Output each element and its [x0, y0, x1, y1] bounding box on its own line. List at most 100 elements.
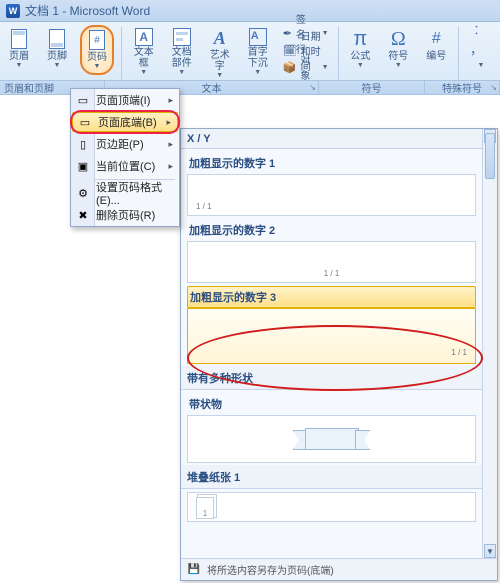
menu-label: 当前位置(C)	[96, 158, 163, 174]
page-header-icon	[8, 28, 30, 50]
sample-text: 1 / 1	[451, 348, 467, 357]
number-label: 编号	[426, 51, 446, 62]
header-button[interactable]: 页眉 ▼	[4, 25, 34, 73]
group-symbols: 符号	[319, 81, 425, 94]
remove-icon: ✖	[75, 207, 91, 223]
gallery-preview: 1	[187, 492, 476, 522]
separator	[458, 27, 459, 83]
number-button[interactable]: # 编号	[421, 25, 451, 73]
gallery-item-bold1[interactable]: 加粗显示的数字 1 1 / 1	[187, 152, 476, 216]
dialog-launcher-icon[interactable]: ↘	[490, 83, 497, 92]
gallery-category-stack: 堆叠纸张 1	[181, 465, 482, 489]
special-icon: ︰ ，	[470, 28, 492, 50]
number-icon: #	[425, 28, 447, 50]
page-number-menu: ▭ 页面顶端(I) ▸ ▭ 页面底端(B) ▸ ▯ 页边距(P) ▸ ▣ 当前位…	[70, 88, 180, 227]
submenu-arrow-icon: ▸	[168, 95, 173, 106]
textbox-icon: A	[133, 28, 155, 46]
wordart-button[interactable]: A 艺术字 ▼	[205, 25, 235, 73]
footer-label: 页脚	[47, 51, 67, 62]
menu-label: 页边距(P)	[96, 136, 163, 152]
scroll-thumb[interactable]	[485, 133, 495, 179]
textbox-button[interactable]: A 文本框 ▼	[129, 25, 159, 73]
separator	[121, 27, 122, 83]
gallery-category-shapes: 带有多种形状	[181, 366, 482, 390]
spacer	[480, 51, 483, 62]
gallery-body: ▲ ▼ X / Y 加粗显示的数字 1 1 / 1 加粗显示的数字 2 1 / …	[181, 129, 497, 558]
gallery-preview: 1 / 1	[187, 241, 476, 283]
datetime-icon: 🗓	[283, 43, 297, 57]
menu-top-of-page[interactable]: ▭ 页面顶端(I) ▸	[71, 89, 179, 111]
object-button[interactable]: 📦对象▼	[280, 59, 332, 75]
wordart-label: 艺术字	[206, 50, 234, 72]
menu-page-margins[interactable]: ▯ 页边距(P) ▸	[71, 133, 179, 155]
menu-bottom-of-page[interactable]: ▭ 页面底端(B) ▸	[72, 112, 178, 132]
gallery-item-title: 加粗显示的数字 1	[187, 152, 476, 174]
gallery-preview	[187, 415, 476, 463]
gallery-preview: 1 / 1	[187, 308, 476, 364]
pagenum-label: 页码	[87, 52, 107, 63]
menu-label: 删除页码(R)	[96, 207, 173, 223]
wordart-icon: A	[209, 28, 231, 49]
gallery-item-title: 加粗显示的数字 3	[187, 286, 476, 308]
page-bottom-icon: ▭	[77, 114, 93, 130]
scrollbar[interactable]: ▲ ▼	[482, 129, 497, 558]
gallery-item-title: 带状物	[187, 393, 476, 415]
sample-text: 1 / 1	[324, 269, 340, 278]
submenu-arrow-icon: ▸	[168, 161, 173, 172]
stack-icon: 1	[196, 497, 214, 519]
equation-icon: π	[349, 28, 371, 50]
ribbon-shape-icon	[297, 428, 367, 450]
gallery-item-ribbon[interactable]: 带状物	[187, 393, 476, 463]
group-special: 特殊符号↘	[425, 81, 500, 94]
page-number-gallery: ▲ ▼ X / Y 加粗显示的数字 1 1 / 1 加粗显示的数字 2 1 / …	[180, 128, 498, 581]
gallery-preview: 1 / 1	[187, 174, 476, 216]
dialog-launcher-icon[interactable]: ↘	[309, 83, 316, 92]
quickparts-icon	[171, 28, 193, 46]
object-icon: 📦	[283, 60, 297, 74]
signature-icon: ✒	[283, 26, 292, 40]
special-sym-button[interactable]: ︰ ， ▼	[466, 25, 496, 73]
quickparts-label: 文档部件	[168, 47, 196, 69]
menu-label: 设置页码格式(E)...	[96, 179, 173, 207]
gallery-footer[interactable]: 💾 将所选内容另存为页码(底端)	[181, 558, 497, 580]
object-label: 对象	[300, 52, 315, 82]
page-footer-icon	[46, 28, 68, 50]
sample-text: 1 / 1	[196, 202, 212, 211]
equation-button[interactable]: π 公式 ▼	[345, 25, 375, 73]
page-number-icon	[86, 29, 108, 51]
header-label: 页眉	[9, 51, 29, 62]
symbol-button[interactable]: Ω 符号 ▼	[383, 25, 413, 73]
scroll-down-button[interactable]: ▼	[484, 544, 496, 558]
menu-remove-page-numbers[interactable]: ✖ 删除页码(R)	[71, 204, 179, 226]
window-title: 文档 1 - Microsoft Word	[25, 2, 150, 19]
menu-label: 页面底端(B)	[98, 114, 161, 130]
gallery-item-title: 加粗显示的数字 2	[187, 219, 476, 241]
gallery-item-bold3[interactable]: 加粗显示的数字 3 1 / 1	[187, 286, 476, 364]
menu-format-page-numbers[interactable]: ⚙ 设置页码格式(E)...	[71, 182, 179, 204]
menu-current-position[interactable]: ▣ 当前位置(C) ▸	[71, 155, 179, 177]
gallery-footer-label: 将所选内容另存为页码(底端)	[207, 562, 334, 577]
separator	[338, 27, 339, 83]
ribbon: 页眉 ▼ 页脚 ▼ 页码 ▼ A 文本框 ▼ 文档部件 ▼	[0, 22, 500, 95]
menu-label: 页面顶端(I)	[96, 92, 163, 108]
title-bar: W 文档 1 - Microsoft Word	[0, 0, 500, 22]
dropcap-button[interactable]: A 首字下沉 ▼	[243, 25, 273, 73]
dropcap-label: 首字下沉	[244, 47, 272, 69]
format-icon: ⚙	[75, 185, 91, 201]
gallery-item-stack1[interactable]: 1	[187, 492, 476, 522]
dropcap-icon: A	[247, 28, 269, 46]
textbox-label: 文本框	[130, 47, 158, 69]
submenu-arrow-icon: ▸	[168, 139, 173, 150]
submenu-arrow-icon: ▸	[166, 117, 171, 128]
symbol-label: 符号	[388, 51, 408, 62]
quickparts-button[interactable]: 文档部件 ▼	[167, 25, 197, 73]
page-top-icon: ▭	[75, 92, 91, 108]
page-number-button[interactable]: 页码 ▼	[80, 25, 114, 75]
footer-button[interactable]: 页脚 ▼	[42, 25, 72, 73]
position-icon: ▣	[75, 158, 91, 174]
word-app-icon: W	[6, 4, 20, 18]
gallery-item-bold2[interactable]: 加粗显示的数字 2 1 / 1	[187, 219, 476, 283]
symbol-icon: Ω	[387, 28, 409, 50]
equation-label: 公式	[350, 51, 370, 62]
margins-icon: ▯	[75, 136, 91, 152]
